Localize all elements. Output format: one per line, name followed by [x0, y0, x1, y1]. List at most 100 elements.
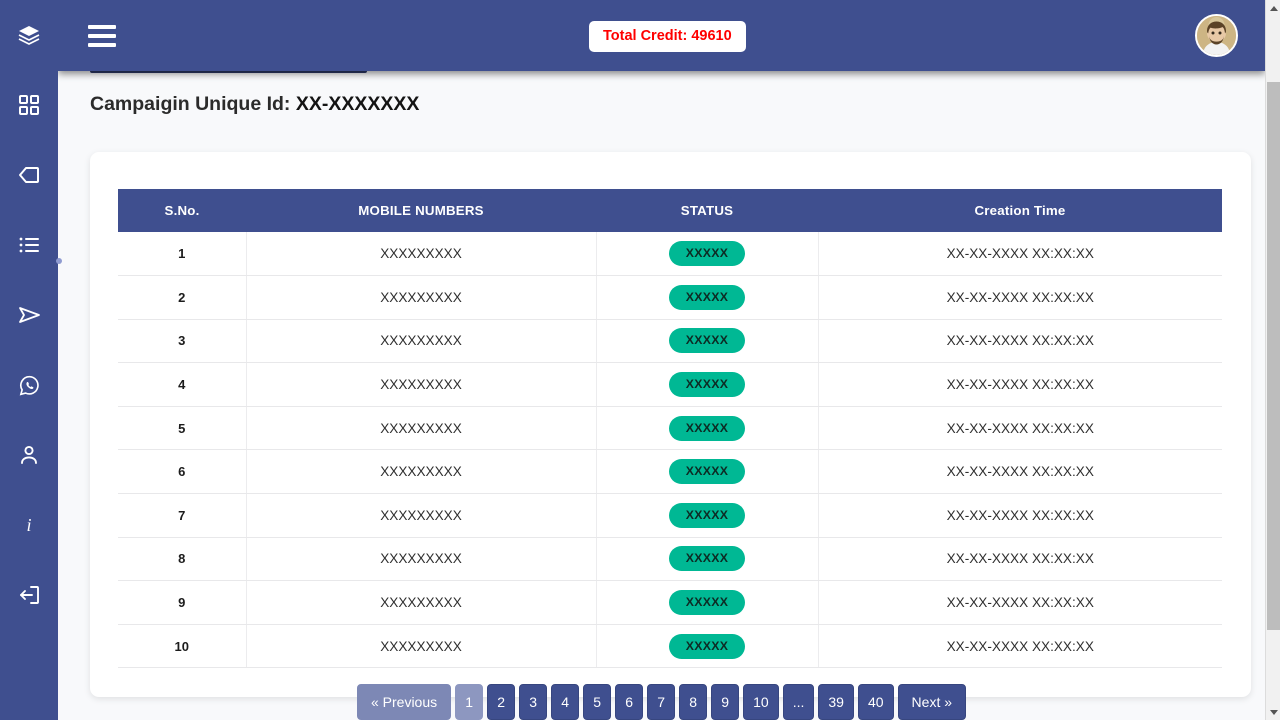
cell-sno: 2 [118, 275, 247, 320]
cell-sno: 5 [118, 406, 247, 451]
vertical-scrollbar[interactable] [1265, 0, 1280, 720]
status-badge: XXXXX [668, 459, 746, 485]
cell-creation-time: XX-XX-XXXX XX:XX:XX [818, 624, 1222, 669]
hamburger-line [88, 24, 116, 29]
table-card: S.No. MOBILE NUMBERS STATUS Creation Tim… [90, 152, 1251, 697]
cell-status: XXXXX [596, 449, 819, 495]
cell-sno: 10 [118, 624, 247, 669]
layers-icon [17, 23, 41, 47]
pagination-page[interactable]: 3 [519, 684, 548, 720]
page-title-value: XX-XXXXXXX [295, 93, 420, 115]
sidebar-item-whatsapp[interactable] [0, 350, 58, 420]
cell-creation-time: XX-XX-XXXX XX:XX:XX [818, 362, 1222, 407]
pagination-page[interactable]: 5 [583, 684, 612, 720]
table-body: 1 XXXXXXXXX XXXXX XX-XX-XXXX XX:XX:XX 2 XXXXX… [118, 232, 1222, 669]
page-title: Campaigin Unique Id: XX-XXXXXXX [90, 93, 419, 116]
sidebar-item-layers[interactable] [0, 0, 58, 70]
table-row: 8 XXXXXXXXX XXXXX XX-XX-XXXX XX:XX:XX [118, 537, 1222, 582]
pagination-page[interactable]: 10 [743, 684, 779, 720]
cell-mobile: XXXXXXXXX [246, 624, 597, 669]
cell-creation-time: XX-XX-XXXX XX:XX:XX [818, 275, 1222, 320]
cell-creation-time: XX-XX-XXXX XX:XX:XX [818, 406, 1222, 451]
status-badge: XXXXX [668, 328, 746, 354]
cell-status: XXXXX [596, 493, 819, 538]
hamburger-menu-icon[interactable] [88, 24, 116, 47]
cell-status: XXXXX [596, 232, 819, 277]
cell-sno: 7 [118, 493, 247, 538]
pagination-previous[interactable]: « Previous [356, 684, 452, 720]
table-row: 5 XXXXXXXXX XXXXX XX-XX-XXXX XX:XX:XX [118, 406, 1222, 451]
status-badge: XXXXX [668, 502, 746, 528]
info-icon: i [26, 514, 32, 535]
scrollbar-down-arrow[interactable] [1266, 704, 1280, 720]
table-head: S.No. MOBILE NUMBERS STATUS Creation Tim… [118, 189, 1222, 232]
cell-mobile: XXXXXXXXX [246, 275, 597, 320]
table-row: 4 XXXXXXXXX XXXXX XX-XX-XXXX XX:XX:XX [118, 362, 1222, 407]
cell-sno: 8 [118, 537, 247, 582]
cell-sno: 1 [118, 232, 247, 277]
cell-mobile: XXXXXXXXX [246, 580, 597, 625]
cell-sno: 6 [118, 449, 247, 495]
whatsapp-icon [18, 374, 41, 397]
pagination-page[interactable]: 7 [647, 684, 676, 720]
pagination-page[interactable]: 2 [487, 684, 516, 720]
campaign-numbers-table: S.No. MOBILE NUMBERS STATUS Creation Tim… [118, 189, 1222, 669]
list-icon [19, 236, 39, 254]
scrollbar-up-arrow[interactable] [1266, 0, 1280, 16]
pagination-page[interactable]: 4 [551, 684, 580, 720]
cell-mobile: XXXXXXXXX [246, 406, 597, 451]
sidebar: i [0, 0, 62, 720]
cell-status: XXXXX [596, 580, 819, 625]
cell-creation-time: XX-XX-XXXX XX:XX:XX [818, 537, 1222, 582]
column-header-creation: Creation Time [818, 189, 1222, 232]
logout-icon [18, 584, 41, 606]
avatar[interactable] [1195, 14, 1238, 57]
scrollbar-thumb[interactable] [1267, 82, 1280, 630]
avatar-image [1197, 16, 1236, 55]
table-row: 6 XXXXXXXXX XXXXX XX-XX-XXXX XX:XX:XX [118, 449, 1222, 495]
status-badge: XXXXX [668, 241, 746, 267]
cell-status: XXXXX [596, 319, 819, 364]
status-badge: XXXXX [668, 415, 746, 441]
cell-status: XXXXX [596, 275, 819, 320]
pagination-page[interactable]: 9 [711, 684, 740, 720]
page-title-prefix: Campaigin Unique Id: [90, 93, 291, 115]
status-badge: XXXXX [668, 590, 746, 616]
table-row: 2 XXXXXXXXX XXXXX XX-XX-XXXX XX:XX:XX [118, 275, 1222, 320]
column-header-mobile: MOBILE NUMBERS [246, 189, 596, 232]
cell-creation-time: XX-XX-XXXX XX:XX:XX [818, 319, 1222, 364]
cell-creation-time: XX-XX-XXXX XX:XX:XX [818, 580, 1222, 625]
cell-sno: 9 [118, 580, 247, 625]
top-header: Total Credit: 49610 [58, 0, 1265, 71]
sidebar-item-lists[interactable] [0, 210, 62, 280]
sidebar-item-logout[interactable] [0, 560, 58, 630]
pagination-page[interactable]: 40 [857, 684, 894, 720]
cell-status: XXXXX [596, 537, 819, 582]
pagination: « Previous 1 2 3 4 5 6 7 8 9 10... 39 40 Next » [58, 684, 1265, 720]
cell-sno: 4 [118, 362, 247, 407]
cell-creation-time: XX-XX-XXXX XX:XX:XX [818, 232, 1222, 277]
chevron-down-icon [1269, 709, 1278, 715]
sidebar-indicator-dot [56, 258, 62, 264]
sidebar-item-profile[interactable] [0, 420, 58, 490]
pagination-page[interactable]: 1 [455, 684, 484, 720]
sidebar-item-info[interactable]: i [0, 490, 58, 560]
pagination-page[interactable]: 6 [615, 684, 644, 720]
pagination-next[interactable]: Next » [897, 684, 967, 720]
pagination-page[interactable]: ... [782, 684, 815, 720]
cell-mobile: XXXXXXXXX [246, 537, 597, 582]
tag-icon [17, 165, 41, 185]
grid-icon [18, 94, 40, 116]
sidebar-item-dashboard[interactable] [0, 70, 58, 140]
table-header-row: S.No. MOBILE NUMBERS STATUS Creation Tim… [118, 189, 1222, 232]
cell-mobile: XXXXXXXXX [246, 232, 597, 277]
pagination-page[interactable]: 39 [818, 684, 854, 720]
cell-status: XXXXX [596, 362, 819, 407]
sidebar-item-tag[interactable] [0, 140, 58, 210]
hamburger-line [88, 42, 116, 47]
sidebar-item-send[interactable] [0, 280, 58, 350]
pagination-page[interactable]: 8 [679, 684, 708, 720]
status-badge: XXXXX [668, 633, 746, 659]
status-badge: XXXXX [668, 546, 746, 572]
table-row: 7 XXXXXXXXX XXXXX XX-XX-XXXX XX:XX:XX [118, 493, 1222, 538]
